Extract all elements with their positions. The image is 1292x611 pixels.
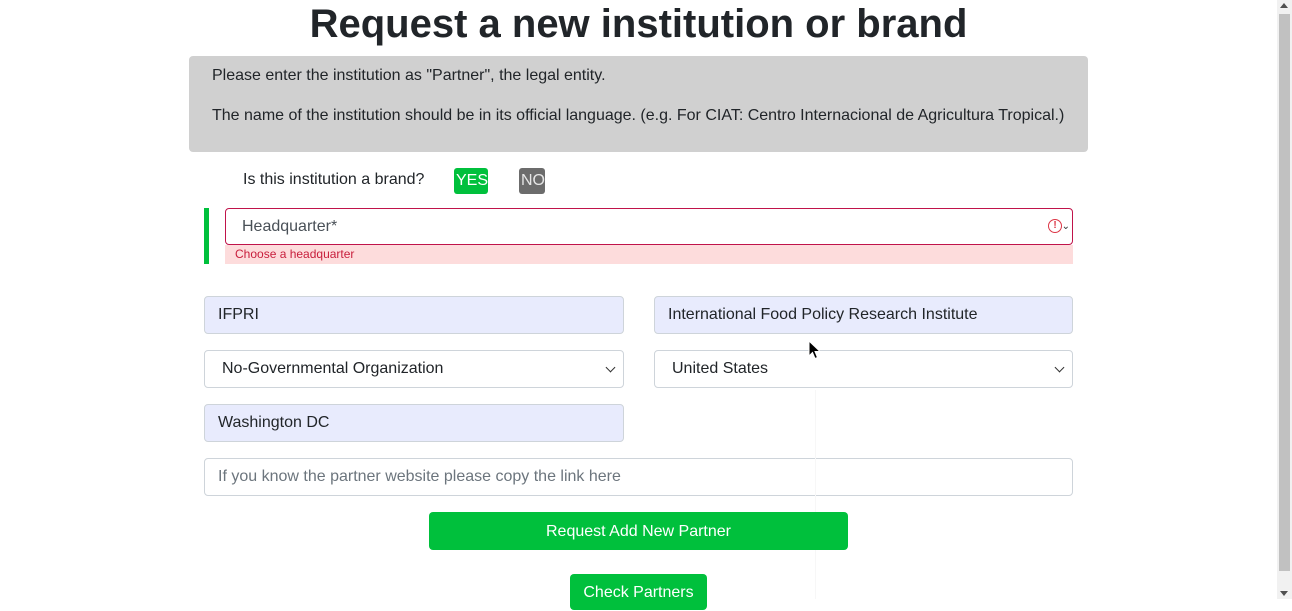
city-input[interactable]: Washington DC bbox=[204, 404, 624, 442]
institution-name-value: International Food Policy Research Insti… bbox=[668, 306, 978, 323]
info-box: Please enter the institution as "Partner… bbox=[189, 56, 1088, 152]
scroll-up-arrow-icon[interactable] bbox=[1280, 3, 1288, 8]
scrollbar-thumb[interactable] bbox=[1279, 14, 1290, 571]
alert-circle-icon: ! bbox=[1048, 219, 1062, 233]
website-placeholder: If you know the partner website please c… bbox=[218, 468, 621, 485]
headquarter-indicator-bar bbox=[204, 208, 209, 264]
acronym-value: IFPRI bbox=[218, 306, 259, 323]
website-input[interactable]: If you know the partner website please c… bbox=[204, 458, 1073, 496]
page-title: Request a new institution or brand bbox=[309, 2, 968, 46]
info-line-legal-entity: Please enter the institution as "Partner… bbox=[212, 67, 606, 84]
headquarter-error-message: Choose a headquarter bbox=[225, 245, 1073, 264]
scroll-down-arrow-icon[interactable] bbox=[1280, 591, 1288, 596]
brand-question-label: Is this institution a brand? bbox=[243, 171, 425, 188]
headquarter-placeholder: Headquarter* bbox=[242, 218, 338, 235]
brand-no-button[interactable]: NO bbox=[519, 168, 545, 194]
city-value: Washington DC bbox=[218, 414, 330, 431]
info-line-official-language: The name of the institution should be in… bbox=[212, 107, 1065, 124]
vertical-scrollbar[interactable] bbox=[1277, 0, 1292, 599]
chevron-down-icon bbox=[605, 362, 616, 373]
country-select[interactable]: United States bbox=[654, 350, 1073, 388]
chevron-down-icon: ⌄ bbox=[1061, 221, 1070, 232]
institution-type-select[interactable]: No-Governmental Organization bbox=[204, 350, 624, 388]
headquarter-select[interactable]: Headquarter* ! ⌄ bbox=[225, 208, 1073, 245]
institution-type-value: No-Governmental Organization bbox=[222, 360, 444, 377]
divider bbox=[815, 390, 816, 599]
acronym-input[interactable]: IFPRI bbox=[204, 296, 624, 334]
institution-name-input[interactable]: International Food Policy Research Insti… bbox=[654, 296, 1073, 334]
check-partners-button[interactable]: Check Partners bbox=[570, 574, 707, 610]
brand-yes-button[interactable]: YES bbox=[454, 168, 488, 194]
headquarter-block: Headquarter* ! ⌄ Choose a headquarter bbox=[204, 208, 1073, 264]
country-value: United States bbox=[672, 360, 769, 377]
mouse-cursor-icon bbox=[808, 340, 822, 360]
chevron-down-icon bbox=[1054, 362, 1065, 373]
request-add-partner-button[interactable]: Request Add New Partner bbox=[429, 512, 848, 550]
